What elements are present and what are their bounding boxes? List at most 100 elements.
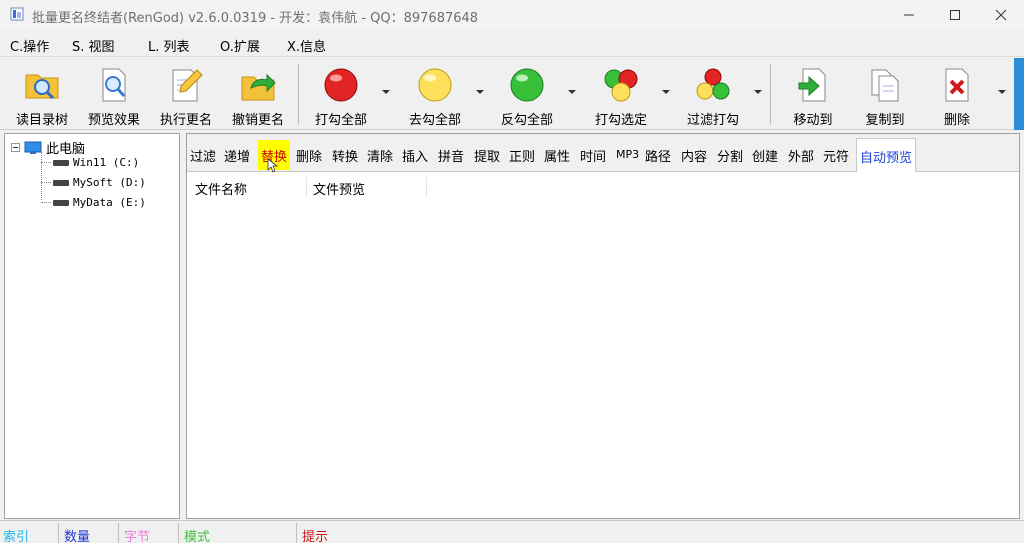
folder-undo-icon	[241, 73, 276, 101]
filter-check-button[interactable]: 过滤打勾	[676, 58, 750, 128]
tree-item-drive-d[interactable]: MySoft (D:)	[41, 176, 146, 189]
app-window: 批量更名终结者(RenGod) v2.6.0.0319 - 开发：袁伟航 - Q…	[0, 0, 1024, 543]
check-selected-button[interactable]: 打勾选定	[584, 58, 658, 128]
maximize-icon	[950, 10, 960, 20]
yellow-circle-icon	[418, 68, 452, 102]
delete-dropdown-icon[interactable]	[998, 88, 1006, 96]
filter-check-label: 过滤打勾	[686, 113, 739, 128]
menu-operate[interactable]: C.操作	[10, 36, 49, 55]
traffic-circles-icon	[696, 68, 730, 100]
column-divider[interactable]	[426, 177, 427, 197]
uncheck-all-dropdown-icon[interactable]	[476, 88, 484, 96]
mouse-cursor-icon	[267, 158, 279, 173]
folder-tree[interactable]: 此电脑 Win11 (C:) MySoft (D:) MyData (E:)	[4, 133, 180, 519]
check-all-dropdown-icon[interactable]	[382, 88, 390, 96]
tab-filter[interactable]: 过滤	[190, 140, 216, 170]
undo-rename-button[interactable]: 撤销更名	[224, 58, 292, 128]
tab-regex[interactable]: 正则	[509, 140, 535, 170]
status-count: 数量	[64, 530, 91, 543]
tab-content[interactable]: 内容	[681, 140, 707, 170]
drive-d-label: MySoft (D:)	[73, 176, 146, 189]
menu-extend[interactable]: O.扩展	[220, 36, 260, 55]
tab-external[interactable]: 外部	[788, 140, 814, 170]
invert-all-label: 反勾全部	[500, 113, 553, 128]
uncheck-all-button[interactable]: 去勾全部	[398, 58, 472, 128]
preview-button[interactable]: 预览效果	[80, 58, 148, 128]
delete-button[interactable]: 删除	[924, 58, 990, 128]
status-divider	[178, 523, 179, 543]
tree-root-label: 此电脑	[46, 142, 86, 157]
close-button[interactable]	[978, 0, 1024, 30]
file-list-header: 文件名称 文件预览	[187, 173, 1019, 199]
read-dir-button[interactable]: 读目录树	[8, 58, 76, 128]
delete-document-icon	[945, 68, 969, 102]
maximize-button[interactable]	[932, 0, 978, 30]
toolbar: 读目录树 预览效果 执行更名 撤销更名 打勾全部 去勾全部 反勾全部 打勾选定 …	[0, 58, 1024, 130]
column-file-name[interactable]: 文件名称	[195, 179, 247, 198]
move-to-button[interactable]: 移动到	[780, 58, 846, 128]
tree-root[interactable]: 此电脑	[11, 138, 85, 157]
invert-all-button[interactable]: 反勾全部	[490, 58, 564, 128]
tab-insert[interactable]: 插入	[402, 140, 428, 170]
toolbar-separator	[770, 64, 771, 124]
folder-search-icon	[25, 74, 59, 100]
function-tabs: 过滤 递增 替换 删除 转换 清除 插入 拼音 提取 正则 属性 时间 MP3 …	[187, 134, 1019, 172]
execute-rename-button[interactable]: 执行更名	[152, 58, 220, 128]
tab-convert[interactable]: 转换	[332, 140, 358, 170]
check-all-button[interactable]: 打勾全部	[304, 58, 378, 128]
menu-view[interactable]: S. 视图	[72, 36, 115, 55]
tab-create[interactable]: 创建	[752, 140, 778, 170]
copy-document-icon	[871, 69, 899, 102]
status-index: 索引	[3, 530, 30, 543]
toolbar-edge	[1014, 58, 1024, 130]
status-divider	[118, 523, 119, 543]
title-bar: 批量更名终结者(RenGod) v2.6.0.0319 - 开发：袁伟航 - Q…	[0, 0, 1024, 30]
close-icon	[995, 9, 1007, 21]
drive-icon	[53, 179, 69, 186]
green-circle-icon	[510, 68, 544, 102]
collapse-icon[interactable]	[11, 143, 20, 152]
drive-c-label: Win11 (C:)	[73, 156, 140, 169]
execute-rename-label: 执行更名	[159, 113, 212, 128]
tree-item-drive-e[interactable]: MyData (E:)	[41, 196, 146, 209]
menu-list[interactable]: L. 列表	[148, 36, 190, 55]
menu-info[interactable]: X.信息	[287, 36, 326, 55]
copy-to-button[interactable]: 复制到	[852, 58, 918, 128]
invert-all-dropdown-icon[interactable]	[568, 88, 576, 96]
minimize-button[interactable]	[886, 0, 932, 30]
tab-increment[interactable]: 递增	[224, 140, 250, 170]
tab-attributes[interactable]: 属性	[544, 140, 570, 170]
edit-document-icon	[172, 69, 203, 102]
menu-bar: C.操作 S. 视图 L. 列表 O.扩展 X.信息	[0, 31, 1024, 57]
copy-to-label: 复制到	[865, 113, 905, 128]
computer-icon	[24, 141, 42, 154]
tab-path[interactable]: 路径	[645, 140, 671, 170]
check-selected-dropdown-icon[interactable]	[662, 88, 670, 96]
tab-metachar[interactable]: 元符	[823, 140, 849, 170]
tab-pinyin[interactable]: 拼音	[438, 140, 464, 170]
status-divider	[58, 523, 59, 543]
tree-item-drive-c[interactable]: Win11 (C:)	[41, 156, 139, 169]
file-list-body[interactable]	[187, 200, 1019, 518]
check-all-label: 打勾全部	[314, 113, 367, 128]
check-selected-label: 打勾选定	[594, 113, 647, 128]
status-bytes: 字节	[124, 530, 151, 543]
drive-e-label: MyData (E:)	[73, 196, 146, 209]
tab-time[interactable]: 时间	[580, 140, 606, 170]
drive-icon	[53, 159, 69, 166]
column-file-preview[interactable]: 文件预览	[313, 179, 365, 198]
tab-split[interactable]: 分割	[717, 140, 743, 170]
drive-icon	[53, 199, 69, 206]
tab-extract[interactable]: 提取	[474, 140, 500, 170]
window-title: 批量更名终结者(RenGod) v2.6.0.0319 - 开发：袁伟航 - Q…	[32, 11, 479, 26]
status-hint: 提示	[302, 530, 329, 543]
filter-check-dropdown-icon[interactable]	[754, 88, 762, 96]
column-divider[interactable]	[306, 177, 307, 197]
status-bar: 索引 数量 字节 模式 提示	[0, 520, 1024, 543]
app-icon	[10, 7, 24, 21]
tab-delete[interactable]: 删除	[296, 140, 322, 170]
tree-connector	[41, 202, 51, 203]
tab-clear[interactable]: 清除	[367, 140, 393, 170]
tab-auto-preview[interactable]: 自动预览	[856, 138, 917, 172]
tab-mp3[interactable]: MP3	[616, 140, 639, 170]
